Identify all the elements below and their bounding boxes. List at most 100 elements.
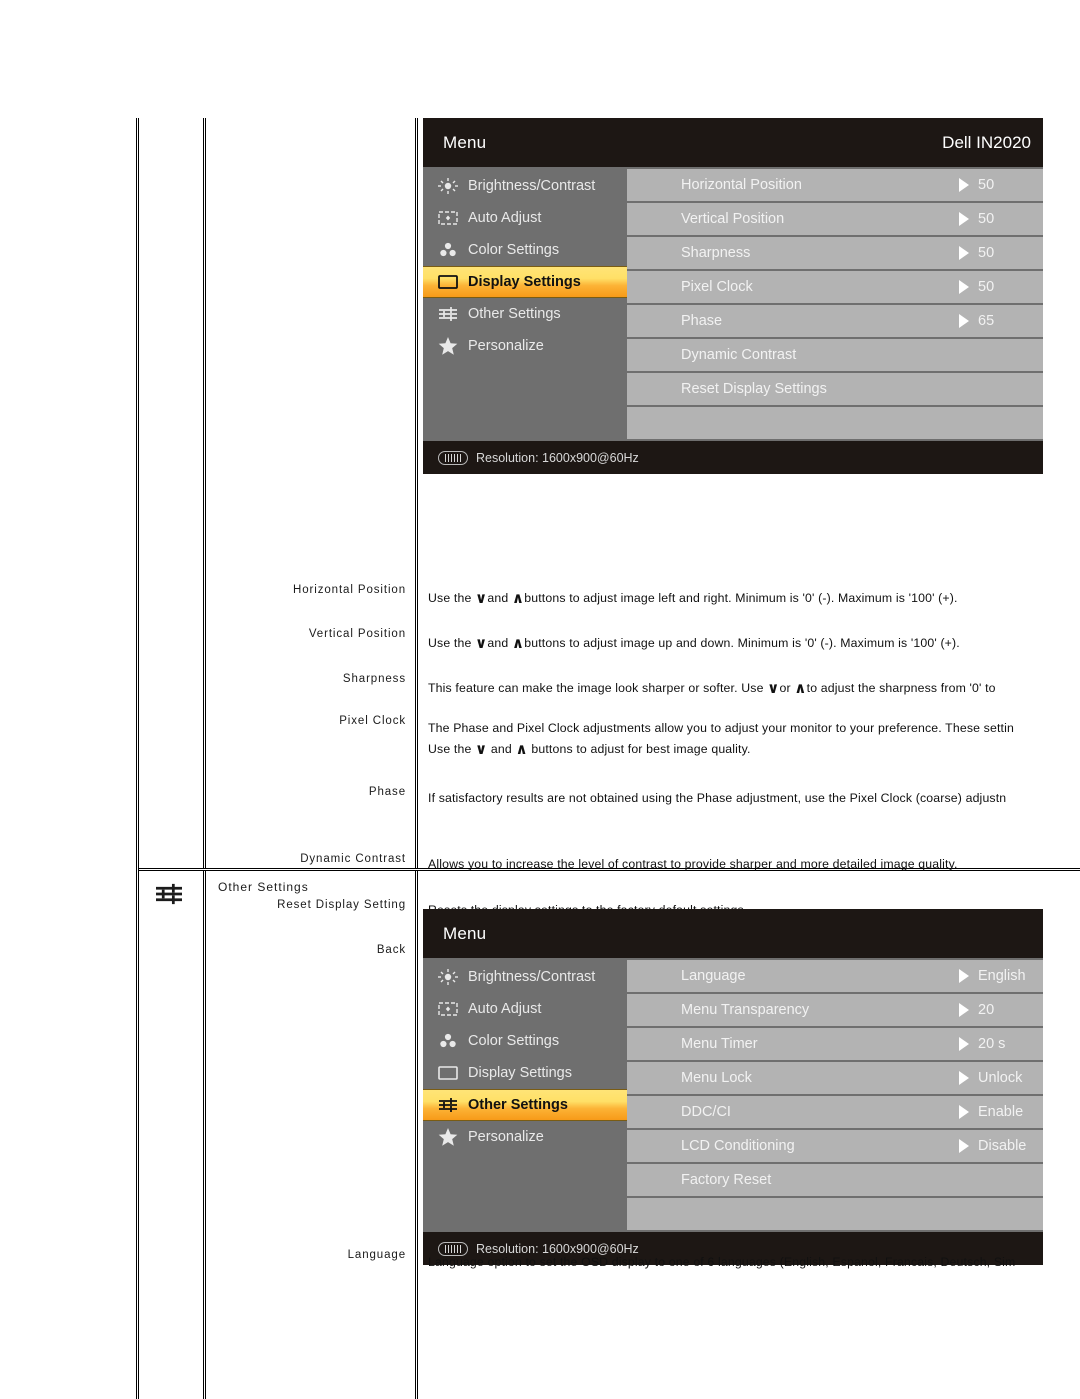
osd-resolution-text: Resolution: 1600x900@60Hz [476, 450, 639, 465]
row-label-dynamic-contrast: Dynamic Contrast [300, 853, 406, 865]
option-value-group: 20 [959, 1002, 1033, 1018]
section2-cell-label: Other Settings [218, 880, 309, 894]
auto-adjust-icon [435, 998, 461, 1020]
option-value-group: English [959, 968, 1033, 984]
osd-option-vertical-position[interactable]: Vertical Position 50 [627, 203, 1043, 235]
option-value-group: Enable [959, 1104, 1033, 1120]
osd-option-reset-display-settings[interactable]: Reset Display Settings [627, 373, 1043, 405]
osd-other-settings: Menu Brightness/Contrast Auto Adjust Col… [423, 909, 1043, 1265]
osd-sidebar-label: Auto Adjust [468, 210, 542, 226]
chevron-right-icon [959, 1105, 969, 1119]
osd-sidebar-item-brightness-contrast[interactable]: Brightness/Contrast [423, 961, 627, 993]
osd-sidebar-item-auto-adjust[interactable]: Auto Adjust [423, 993, 627, 1025]
chevron-right-icon [959, 212, 969, 226]
osd-sidebar-item-other-settings[interactable]: Other Settings [423, 1089, 627, 1121]
osd-footer: Resolution: 1600x900@60Hz [423, 441, 1043, 474]
osd-sidebar-item-color-settings[interactable]: Color Settings [423, 234, 627, 266]
row-label-language: Language [347, 1249, 406, 1261]
osd-option-horizontal-position[interactable]: Horizontal Position 50 [627, 169, 1043, 201]
color-settings-icon [435, 239, 461, 261]
osd-sidebar-item-display-settings[interactable]: Display Settings [423, 266, 627, 298]
osd-option-sharpness[interactable]: Sharpness 50 [627, 237, 1043, 269]
osd-sidebar-item-display-settings[interactable]: Display Settings [423, 1057, 627, 1089]
osd-option-menu-lock[interactable]: Menu Lock Unlock [627, 1062, 1043, 1094]
other-settings-icon [435, 303, 461, 325]
osd-body: Brightness/Contrast Auto Adjust Color Se… [423, 167, 1043, 441]
option-label: Reset Display Settings [681, 381, 827, 397]
chevron-right-icon [959, 246, 969, 260]
osd-sidebar-item-personalize[interactable]: Personalize [423, 330, 627, 362]
osd-sidebar-label: Display Settings [468, 1065, 572, 1081]
osd-title-menu: Menu [443, 923, 487, 943]
osd-sidebar-item-color-settings[interactable]: Color Settings [423, 1025, 627, 1057]
desc-sharpness: This feature can make the image look sha… [428, 679, 996, 697]
osd-sidebar-label: Brightness/Contrast [468, 178, 596, 194]
option-value: 50 [978, 177, 995, 193]
section-label-cell: Horizontal Position Vertical Position Sh… [206, 118, 418, 956]
chevron-right-icon [959, 314, 969, 328]
option-value: 20 [978, 1002, 995, 1018]
osd-option-factory-reset[interactable]: Factory Reset [627, 1164, 1043, 1196]
down-arrow-glyph: ∨ [475, 634, 488, 652]
osd-option-menu-timer[interactable]: Menu Timer 20 s [627, 1028, 1043, 1060]
option-value: 50 [978, 279, 995, 295]
option-label: DDC/CI [681, 1104, 731, 1120]
option-label: Menu Timer [681, 1036, 758, 1052]
osd-option-list: Horizontal Position 50 Vertical Position… [627, 167, 1043, 441]
desc-pixel-clock-line2: Use the ∨ and ∧ buttons to adjust for be… [428, 740, 751, 758]
section-icon-cell [139, 118, 206, 868]
row-label-pixel-clock: Pixel Clock [339, 715, 406, 727]
osd-option-language[interactable]: Language English [627, 960, 1043, 992]
option-value-group: 50 [959, 245, 1033, 261]
osd-option-ddc-ci[interactable]: DDC/CI Enable [627, 1096, 1043, 1128]
option-value: 20 s [978, 1036, 1006, 1052]
down-arrow-glyph: ∨ [475, 740, 488, 758]
row-label-sharpness: Sharpness [342, 673, 406, 685]
auto-adjust-icon [435, 207, 461, 229]
option-value: 65 [978, 313, 995, 329]
osd-sidebar: Brightness/Contrast Auto Adjust Color Se… [423, 958, 627, 1232]
other-settings-icon [153, 881, 185, 912]
osd-title-menu: Menu [443, 132, 487, 152]
chevron-right-icon [959, 1071, 969, 1085]
osd-titlebar: Menu Dell IN2020 [423, 118, 1043, 167]
osd-option-list: Language English Menu Transparency 20 Me… [627, 958, 1043, 1232]
option-label: Dynamic Contrast [681, 347, 797, 363]
osd-option-lcd-conditioning[interactable]: LCD Conditioning Disable [627, 1130, 1043, 1162]
desc-horizontal-position: Use the ∨and ∧buttons to adjust image le… [428, 589, 958, 607]
osd-option-phase[interactable]: Phase 65 [627, 305, 1043, 337]
osd-body: Brightness/Contrast Auto Adjust Color Se… [423, 958, 1043, 1232]
option-label: Phase [681, 313, 723, 329]
option-label: LCD Conditioning [681, 1138, 795, 1154]
osd-sidebar-item-personalize[interactable]: Personalize [423, 1121, 627, 1153]
osd-option-dynamic-contrast[interactable]: Dynamic Contrast [627, 339, 1043, 371]
option-value-group: 50 [959, 177, 1033, 193]
osd-option-pixel-clock[interactable]: Pixel Clock 50 [627, 271, 1043, 303]
osd-sidebar-item-other-settings[interactable]: Other Settings [423, 298, 627, 330]
option-label: Pixel Clock [681, 279, 753, 295]
osd-option-menu-transparency[interactable]: Menu Transparency 20 [627, 994, 1043, 1026]
up-arrow-glyph: ∧ [794, 679, 807, 697]
osd-option-empty [627, 407, 1043, 439]
vga-connector-icon [438, 450, 468, 465]
option-value: Enable [978, 1104, 1024, 1120]
osd-sidebar-label: Auto Adjust [468, 1001, 542, 1017]
down-arrow-glyph: ∨ [475, 589, 488, 607]
chevron-right-icon [959, 1003, 969, 1017]
personalize-star-icon [435, 335, 461, 357]
osd-display-settings: Menu Dell IN2020 Brightness/Contrast Aut… [423, 118, 1043, 474]
osd-sidebar-label: Color Settings [468, 1033, 560, 1049]
desc-language: Language option to set the OSD display t… [428, 1255, 1016, 1269]
row-label-vertical-position: Vertical Position [308, 628, 406, 640]
osd-sidebar-label: Personalize [468, 338, 544, 354]
section-display-settings: Horizontal Position Vertical Position Sh… [139, 118, 1080, 981]
brightness-icon [435, 966, 461, 988]
option-value: English [978, 968, 1026, 984]
display-settings-icon [435, 1062, 461, 1084]
option-value-group: 20 s [959, 1036, 1033, 1052]
documentation-table: Horizontal Position Vertical Position Sh… [136, 118, 1080, 1399]
chevron-right-icon [959, 969, 969, 983]
osd-sidebar-item-brightness-contrast[interactable]: Brightness/Contrast [423, 170, 627, 202]
osd-sidebar-item-auto-adjust[interactable]: Auto Adjust [423, 202, 627, 234]
option-label: Menu Lock [681, 1070, 752, 1086]
